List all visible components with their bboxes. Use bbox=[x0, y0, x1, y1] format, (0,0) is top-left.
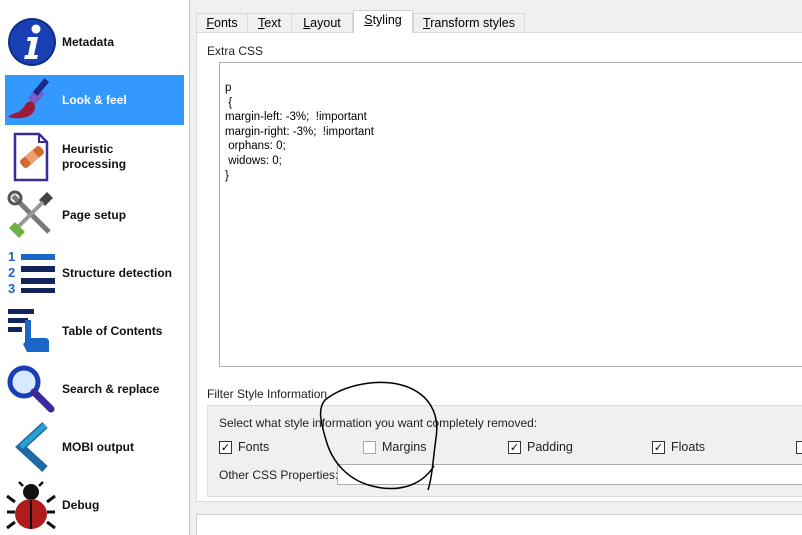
extra-css-title: Extra CSS bbox=[207, 44, 264, 58]
sidebar-item-structure-detection[interactable]: 1 2 3 Structure detection bbox=[5, 248, 184, 298]
svg-text:3: 3 bbox=[8, 281, 15, 296]
tab-label: onts bbox=[214, 16, 238, 30]
bug-icon bbox=[5, 480, 57, 530]
checkbox-margins[interactable]: Margins bbox=[363, 439, 426, 455]
css-line: orphans: 0; bbox=[225, 140, 286, 153]
tab-fonts[interactable]: Fonts bbox=[196, 13, 248, 33]
checkbox-floats[interactable]: ✓ Floats bbox=[652, 439, 705, 455]
chevron-left-icon bbox=[5, 422, 57, 472]
checkbox-padding[interactable]: ✓ Padding bbox=[508, 439, 573, 455]
sidebar-item-label: Structure detection bbox=[62, 265, 173, 280]
filter-description: Select what style information you want c… bbox=[219, 416, 538, 430]
checkbox-box[interactable]: ✓ bbox=[652, 440, 665, 454]
checkbox-box[interactable] bbox=[363, 440, 376, 454]
bottom-field bbox=[196, 514, 802, 535]
numbered-list-icon: 1 2 3 bbox=[5, 248, 57, 298]
css-line: { bbox=[225, 96, 233, 109]
tab-transform-styles[interactable]: Transform styles bbox=[413, 13, 525, 33]
tab-mnemonic: S bbox=[364, 13, 373, 27]
extra-css-editor[interactable]: p { margin-left: -3%; !important margin-… bbox=[219, 62, 802, 367]
css-line: margin-left: -3%; !important bbox=[225, 111, 367, 124]
sidebar-item-search-and-replace[interactable]: Search & replace bbox=[5, 364, 184, 414]
sidebar-item-label: Heuristic processing bbox=[62, 142, 127, 171]
sidebar-item-label: Page setup bbox=[62, 207, 127, 222]
checkbox-label: Floats bbox=[671, 440, 706, 454]
tab-styling[interactable]: Styling bbox=[353, 10, 413, 33]
tab-label: ayout bbox=[310, 16, 341, 30]
checkbox-label: Padding bbox=[527, 440, 573, 454]
tab-label: ext bbox=[264, 16, 281, 30]
tools-icon bbox=[5, 190, 57, 240]
sidebar-item-label: MOBI output bbox=[62, 439, 134, 454]
sidebar-item-look-and-feel[interactable]: Look & feel bbox=[5, 75, 184, 125]
svg-text:2: 2 bbox=[8, 265, 15, 280]
tab-mnemonic: F bbox=[206, 16, 214, 30]
checkbox-box[interactable]: ✓ bbox=[219, 440, 232, 454]
other-css-label: Other CSS Properties: bbox=[219, 468, 339, 482]
checkbox-label: Fonts bbox=[238, 440, 270, 454]
sidebar-item-heuristic-processing[interactable]: Heuristic processing bbox=[5, 132, 184, 182]
sidebar-item-label: Look & feel bbox=[62, 92, 127, 107]
sidebar-item-debug[interactable]: Debug bbox=[5, 480, 184, 530]
sidebar-item-mobi-output[interactable]: MOBI output bbox=[5, 422, 184, 472]
bandaid-document-icon bbox=[5, 132, 57, 182]
checkbox-box[interactable]: ✓ bbox=[508, 440, 521, 454]
tab-label: ransform styles bbox=[430, 16, 515, 30]
sidebar: Metadata Look & feel Heuristic processin… bbox=[0, 0, 190, 535]
info-icon bbox=[5, 17, 57, 67]
other-css-input[interactable] bbox=[337, 464, 802, 485]
sidebar-item-label: Table of Contents bbox=[62, 323, 163, 338]
css-line: p bbox=[225, 82, 232, 94]
sidebar-item-page-setup[interactable]: Page setup bbox=[5, 190, 184, 240]
checkbox-label: Margins bbox=[382, 440, 427, 454]
sidebar-item-metadata[interactable]: Metadata bbox=[5, 17, 184, 67]
checkbox-partial[interactable] bbox=[796, 439, 802, 455]
tab-label: tyling bbox=[372, 13, 402, 27]
sidebar-item-label: Metadata bbox=[62, 34, 115, 49]
svg-text:1: 1 bbox=[8, 249, 15, 264]
sidebar-item-table-of-contents[interactable]: Table of Contents bbox=[5, 306, 184, 356]
tab-layout[interactable]: Layout bbox=[291, 13, 353, 33]
sidebar-item-label: Debug bbox=[62, 497, 100, 512]
checkbox-fonts[interactable]: ✓ Fonts bbox=[219, 439, 269, 455]
toc-pointer-icon bbox=[5, 306, 57, 356]
filter-style-title: Filter Style Information bbox=[207, 387, 328, 401]
paintbrush-icon bbox=[5, 75, 57, 125]
tab-text[interactable]: Text bbox=[247, 13, 292, 33]
sidebar-item-label: Search & replace bbox=[62, 381, 160, 396]
css-line: widows: 0; bbox=[225, 154, 282, 167]
css-line: } bbox=[225, 169, 229, 182]
checkbox-box[interactable] bbox=[796, 440, 802, 454]
magnifier-icon bbox=[5, 364, 57, 414]
css-line: margin-right: -3%; !important bbox=[225, 125, 374, 138]
